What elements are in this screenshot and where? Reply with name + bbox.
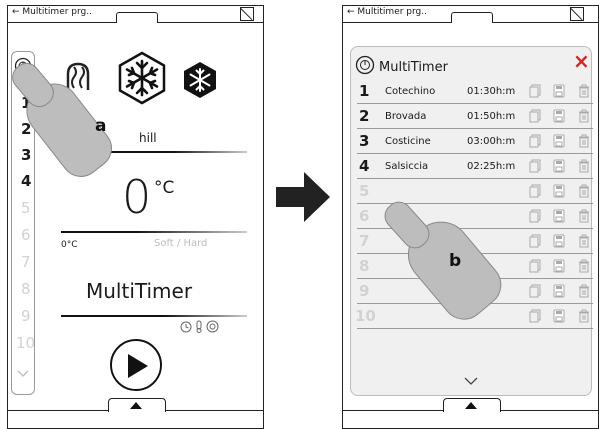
trash-icon[interactable] xyxy=(578,259,590,273)
timer-row[interactable]: 1 Cotechino 01:30h:m xyxy=(357,81,593,104)
snowflake-icon[interactable] xyxy=(115,51,169,105)
timer-row-number: 9 xyxy=(359,282,370,300)
sidebar-item-5[interactable]: 5 xyxy=(21,199,37,217)
timer-row-name: Cotechino xyxy=(385,86,436,97)
copy-icon[interactable] xyxy=(529,109,541,123)
mode-label: hill xyxy=(139,131,157,145)
copy-icon[interactable] xyxy=(529,309,541,323)
timer-row-number: 1 xyxy=(359,82,370,100)
timer-row-name: Brovada xyxy=(385,111,427,122)
sidebar-item-7[interactable]: 7 xyxy=(21,253,37,271)
temperature-slider[interactable] xyxy=(61,231,247,233)
trash-icon[interactable] xyxy=(578,159,590,173)
probe-icon xyxy=(196,320,202,333)
timer-row-number: 4 xyxy=(359,157,370,175)
timer-row-number: 7 xyxy=(359,232,370,250)
fullscreen-icon[interactable] xyxy=(570,7,584,21)
trash-icon[interactable] xyxy=(578,134,590,148)
save-icon[interactable] xyxy=(553,109,565,123)
timer-row[interactable]: 3 Costicine 03:00h:m xyxy=(357,131,593,154)
copy-icon[interactable] xyxy=(529,184,541,198)
snowflake-fast-icon[interactable] xyxy=(181,61,219,99)
sidebar-item-9[interactable]: 9 xyxy=(21,307,37,325)
sidebar-item-10[interactable]: 10 xyxy=(16,334,35,352)
temperature-unit: °C xyxy=(154,178,175,198)
timer-row[interactable]: 4 Salsiccia 02:25h:m xyxy=(357,156,593,179)
top-slot xyxy=(451,12,493,23)
trash-icon[interactable] xyxy=(578,234,590,248)
timer-row-number: 8 xyxy=(359,257,370,275)
copy-icon[interactable] xyxy=(529,159,541,173)
panel-title: MultiTimer xyxy=(379,60,448,75)
multitimer-small-icon xyxy=(206,320,219,333)
chevron-up-icon xyxy=(130,402,142,409)
timer-row-number: 3 xyxy=(359,132,370,150)
callout-b: b xyxy=(449,251,462,271)
save-icon[interactable] xyxy=(553,84,565,98)
top-bar: ← Multitimer prg.. xyxy=(8,6,263,23)
chevron-down-icon[interactable] xyxy=(17,370,29,378)
close-icon[interactable]: × xyxy=(573,49,590,73)
temp-scale-min: 0°C xyxy=(61,240,78,250)
chevron-up-icon xyxy=(465,402,477,409)
clock-icon xyxy=(180,321,192,333)
timer-row-number: 6 xyxy=(359,207,370,225)
save-icon[interactable] xyxy=(553,284,565,298)
copy-icon[interactable] xyxy=(529,259,541,273)
temperature-value[interactable]: 0 xyxy=(122,174,151,220)
left-screen: ← Multitimer prg.. 1 2 3 4 5 6 7 8 9 10 xyxy=(6,5,264,429)
timer-row-time: 01:50h:m xyxy=(467,111,516,122)
top-bar: ← Multitimer prg.. xyxy=(343,6,598,23)
trash-icon[interactable] xyxy=(578,309,590,323)
timer-row-time: 02:25h:m xyxy=(467,161,516,172)
timer-row-number: 2 xyxy=(359,107,370,125)
copy-icon[interactable] xyxy=(529,209,541,223)
timer-row-number: 10 xyxy=(355,307,376,325)
save-icon[interactable] xyxy=(553,309,565,323)
copy-icon[interactable] xyxy=(529,134,541,148)
trash-icon[interactable] xyxy=(578,84,590,98)
right-screen: ← Multitimer prg.. MultiTimer × 1 Cotechi… xyxy=(342,5,599,429)
timer-row-number: 5 xyxy=(359,182,370,200)
timer-row[interactable]: 2 Brovada 01:50h:m xyxy=(357,106,593,129)
timer-row-name: Salsiccia xyxy=(385,161,429,172)
trash-icon[interactable] xyxy=(578,184,590,198)
trash-icon[interactable] xyxy=(578,109,590,123)
program-underline xyxy=(61,315,247,317)
flow-arrow-icon xyxy=(276,172,330,222)
save-icon[interactable] xyxy=(553,159,565,173)
sidebar-item-3[interactable]: 3 xyxy=(21,146,37,164)
chevron-down-icon[interactable] xyxy=(464,377,478,385)
bottom-tab[interactable] xyxy=(108,398,166,412)
timer-row-time: 03:00h:m xyxy=(467,136,516,147)
save-icon[interactable] xyxy=(553,234,565,248)
trash-icon[interactable] xyxy=(578,209,590,223)
back-link[interactable]: ← Multitimer prg.. xyxy=(12,7,92,17)
copy-icon[interactable] xyxy=(529,284,541,298)
play-icon xyxy=(128,354,148,378)
bottom-tab[interactable] xyxy=(443,398,501,412)
sidebar-item-8[interactable]: 8 xyxy=(21,280,37,298)
save-icon[interactable] xyxy=(553,259,565,273)
timer-row-name: Costicine xyxy=(385,136,431,147)
sidebar-item-4[interactable]: 4 xyxy=(21,172,37,190)
back-link[interactable]: ← Multitimer prg.. xyxy=(347,7,427,17)
copy-icon[interactable] xyxy=(529,84,541,98)
save-icon[interactable] xyxy=(553,184,565,198)
play-button[interactable] xyxy=(110,339,162,391)
save-icon[interactable] xyxy=(553,134,565,148)
timer-row-time: 01:30h:m xyxy=(467,86,516,97)
multitimer-icon xyxy=(355,55,375,75)
save-icon[interactable] xyxy=(553,209,565,223)
timer-row[interactable]: 5 xyxy=(357,181,593,204)
copy-icon[interactable] xyxy=(529,234,541,248)
temp-scale-max: Soft / Hard xyxy=(154,238,208,249)
sidebar-item-6[interactable]: 6 xyxy=(21,226,37,244)
callout-a: a xyxy=(95,116,107,136)
top-slot xyxy=(116,12,158,23)
fullscreen-icon[interactable] xyxy=(240,7,254,21)
program-name[interactable]: MultiTimer xyxy=(86,279,192,303)
trash-icon[interactable] xyxy=(578,284,590,298)
